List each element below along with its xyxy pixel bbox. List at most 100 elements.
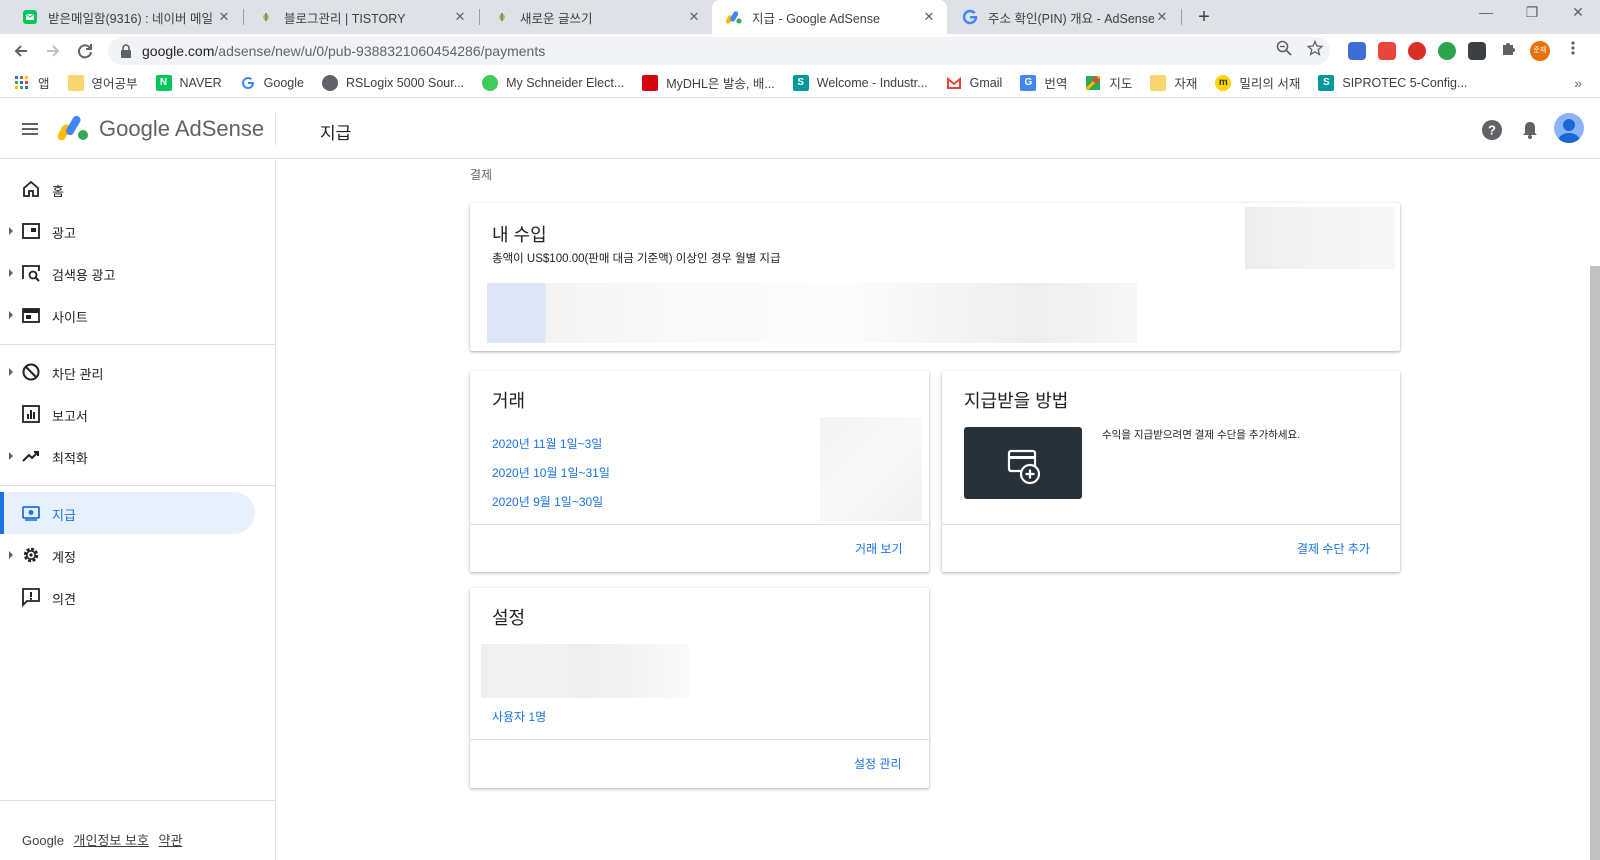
hamburger-menu-icon[interactable]: [20, 119, 40, 139]
schneider-icon: [482, 74, 499, 91]
privacy-link[interactable]: 개인정보 보호: [74, 833, 149, 848]
close-tab-icon[interactable]: ✕: [1154, 9, 1170, 25]
forward-arrow-icon[interactable]: [42, 40, 64, 62]
sidebar-item-payments[interactable]: 지급: [0, 492, 255, 534]
transactions-card: 거래 2020년 11월 1일~3일 2020년 10월 1일~31일 2020…: [470, 371, 929, 572]
expand-caret-icon[interactable]: [9, 368, 13, 376]
settings-title: 설정: [492, 608, 526, 628]
manage-settings-button[interactable]: 설정 관리: [854, 755, 902, 772]
siemens-icon: S: [792, 74, 809, 91]
sidebar-item-home[interactable]: 홈: [0, 168, 255, 210]
bookmark-rslogix[interactable]: RSLogix 5000 Sour...: [321, 74, 464, 91]
payment-method-card: 지급받을 방법 수익을 지급받으려면 결제 수단을 추가하세요. 결제 수단 추…: [942, 371, 1400, 572]
sidebar-item-account[interactable]: 계정: [0, 534, 255, 576]
extension-2d-icon[interactable]: [1348, 42, 1366, 60]
bookmark-naver[interactable]: N NAVER: [155, 74, 222, 91]
new-tab-button[interactable]: +: [1192, 5, 1216, 29]
add-card-icon: [1007, 449, 1041, 485]
redacted-balance: [1245, 207, 1395, 269]
bookmark-industry[interactable]: S Welcome - Industr...: [792, 74, 928, 91]
close-tab-icon[interactable]: ✕: [216, 9, 232, 25]
sidebar-item-reports[interactable]: 보고서: [0, 393, 255, 435]
bookmark-label: NAVER: [179, 75, 222, 90]
extensions-puzzle-icon[interactable]: [1500, 40, 1516, 60]
expand-caret-icon[interactable]: [9, 311, 13, 319]
browser-tab-new-post[interactable]: 새로운 글쓰기 ✕: [480, 0, 712, 34]
minimize-icon[interactable]: —: [1464, 4, 1508, 20]
sidebar-item-label: 최적화: [52, 451, 88, 466]
users-link[interactable]: 사용자 1명: [492, 708, 546, 725]
transaction-link[interactable]: 2020년 11월 1일~3일: [492, 435, 602, 452]
extension-shield-icon[interactable]: [1468, 42, 1486, 60]
sidebar-item-feedback[interactable]: 의견: [0, 576, 255, 618]
bookmark-folder-english[interactable]: 영어공부: [67, 73, 138, 92]
close-tab-icon[interactable]: ✕: [452, 9, 468, 25]
browser-tab-adsense-active[interactable]: 지급 - Google AdSense ✕: [712, 0, 947, 34]
extension-grid-icon[interactable]: [1378, 42, 1396, 60]
bookmark-apps[interactable]: 앱: [14, 73, 50, 92]
page-scrollbar[interactable]: [1590, 266, 1600, 860]
payment-method-description: 수익을 지급받으려면 결제 수단을 추가하세요.: [1102, 429, 1301, 441]
view-transactions-button[interactable]: 거래 보기: [855, 540, 903, 557]
account-gear-icon: [21, 545, 41, 565]
bookmark-siprotec[interactable]: S SIPROTEC 5-Config...: [1318, 74, 1468, 91]
evernote-icon[interactable]: [1438, 42, 1456, 60]
bookmark-gmail[interactable]: Gmail: [946, 75, 1002, 91]
browser-tab-tistory[interactable]: 블로그관리 | TISTORY ✕: [244, 0, 478, 34]
terms-link[interactable]: 약관: [159, 833, 183, 848]
account-avatar[interactable]: [1554, 113, 1584, 143]
bookmark-folder-materials[interactable]: 자재: [1150, 73, 1197, 92]
extension-block-icon[interactable]: [1408, 42, 1426, 60]
naver-icon: N: [155, 74, 172, 91]
dhl-icon: [642, 74, 659, 91]
bookmark-google[interactable]: Google: [240, 75, 304, 91]
bookmark-dhl[interactable]: MyDHL은 발송, 배...: [642, 73, 775, 92]
card-divider: [942, 524, 1400, 525]
profile-avatar[interactable]: 준재: [1530, 41, 1550, 61]
page-title: 지급: [320, 124, 352, 143]
bookmark-label: 앱: [38, 77, 50, 91]
home-icon: [21, 179, 41, 199]
bookmark-translate[interactable]: G 번역: [1020, 73, 1067, 92]
transaction-link[interactable]: 2020년 10월 1일~31일: [492, 464, 610, 481]
bookmark-star-icon[interactable]: [1306, 39, 1324, 60]
back-arrow-icon[interactable]: [10, 40, 32, 62]
sidebar-item-ads[interactable]: 광고: [0, 210, 255, 252]
expand-caret-icon[interactable]: [9, 269, 13, 277]
add-payment-method-button[interactable]: 결제 수단 추가: [1297, 540, 1370, 557]
close-window-icon[interactable]: ✕: [1556, 4, 1600, 21]
sidebar-item-optimization[interactable]: 최적화: [0, 435, 255, 477]
sidebar-item-search-ads[interactable]: 검색용 광고: [0, 252, 255, 294]
help-icon[interactable]: ?: [1481, 119, 1503, 141]
sidebar-item-sites[interactable]: 사이트: [0, 294, 255, 336]
kebab-menu-icon[interactable]: [1570, 40, 1576, 61]
bookmark-maps[interactable]: 지도: [1085, 73, 1132, 92]
browser-tab-naver-mail[interactable]: 받은메일함(9316) : 네이버 메일 ✕: [8, 0, 242, 34]
bookmark-schneider[interactable]: My Schneider Elect...: [482, 74, 624, 91]
url-bar[interactable]: google.com/adsense/new/u/0/pub-938832106…: [108, 37, 1330, 65]
browser-tab-pin[interactable]: 주소 확인(PIN) 개요 - AdSense ✕: [948, 0, 1180, 34]
payment-method-title: 지급받을 방법: [964, 391, 1069, 411]
sidebar-item-blocking[interactable]: 차단 관리: [0, 351, 255, 393]
restore-icon[interactable]: ❐: [1510, 4, 1554, 21]
adsense-logo-text[interactable]: Google AdSense: [99, 116, 264, 142]
reload-icon[interactable]: [74, 40, 96, 62]
sidebar-divider: [0, 800, 276, 801]
ads-icon: [21, 221, 41, 241]
bookmark-label: SIPROTEC 5-Config...: [1342, 75, 1468, 90]
feedback-icon: [21, 587, 41, 608]
bookmark-millie[interactable]: m 밀리의 서재: [1215, 73, 1300, 92]
close-tab-icon[interactable]: ✕: [921, 9, 937, 25]
expand-caret-icon[interactable]: [9, 452, 13, 460]
close-tab-icon[interactable]: ✕: [686, 9, 702, 25]
zoom-icon[interactable]: [1276, 40, 1292, 60]
settings-card: 설정 사용자 1명 설정 관리: [470, 588, 929, 788]
maps-icon: [1085, 75, 1101, 91]
bookmark-label: Google: [263, 75, 304, 90]
sidebar-item-label: 지급: [52, 508, 76, 523]
transaction-link[interactable]: 2020년 9월 1일~30일: [492, 493, 603, 510]
bookmarks-overflow-icon[interactable]: »: [1574, 75, 1582, 91]
notifications-bell-icon[interactable]: [1519, 119, 1541, 141]
expand-caret-icon[interactable]: [9, 227, 13, 235]
expand-caret-icon[interactable]: [9, 551, 13, 559]
